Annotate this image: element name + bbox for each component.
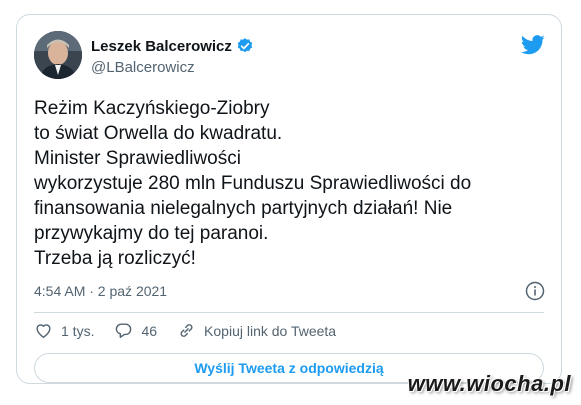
reply-icon xyxy=(116,323,132,338)
verified-icon xyxy=(237,38,253,53)
like-count: 1 tys. xyxy=(61,322,95,339)
copy-link-label: Kopiuj link do Tweeta xyxy=(204,322,337,339)
heart-icon xyxy=(36,324,51,338)
link-icon xyxy=(180,324,193,337)
twitter-bird-icon[interactable] xyxy=(521,35,545,55)
tweet-text: Reżim Kaczyńskiego-Ziobry to świat Orwel… xyxy=(34,98,472,269)
author-handle[interactable]: @LBalcerowicz xyxy=(91,59,195,76)
author-name-row[interactable]: Leszek Balcerowicz xyxy=(91,37,254,55)
watermark: www.wiocha.pl xyxy=(407,371,571,396)
tweet-timestamp[interactable]: 4:54 AM · 2 paź 2021 xyxy=(34,283,167,299)
reply-action[interactable]: 46 xyxy=(114,321,157,340)
avatar[interactable] xyxy=(34,31,82,79)
tweet-actions: 1 tys. 46 Kopiuj link do Tweeta xyxy=(34,321,356,340)
info-icon[interactable] xyxy=(525,281,545,301)
reply-count: 46 xyxy=(141,322,158,339)
author-name[interactable]: Leszek Balcerowicz xyxy=(91,38,232,55)
divider xyxy=(34,312,544,313)
tweet-card: Leszek Balcerowicz @LBalcerowicz Reżim K… xyxy=(16,14,562,384)
copy-link-button[interactable]: Kopiuj link do Tweeta xyxy=(177,321,336,340)
like-button[interactable]: 1 tys. xyxy=(34,321,94,340)
